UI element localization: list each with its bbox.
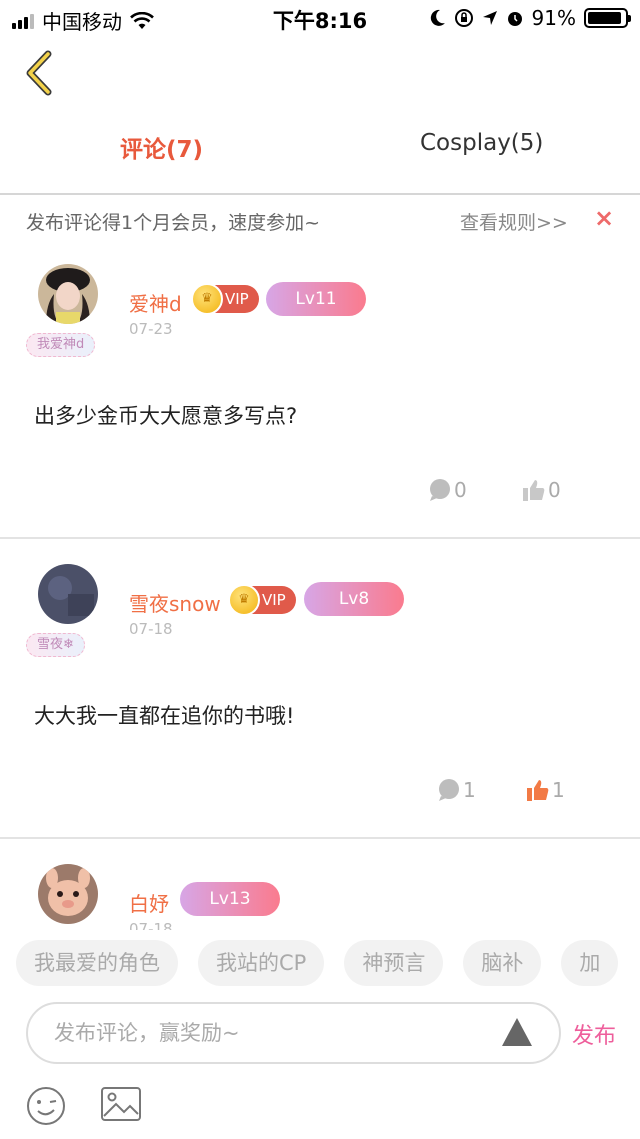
avatar[interactable] <box>38 864 98 924</box>
divider <box>0 537 640 539</box>
comment-item: 我爱神d 爱神d ♛ VIP Lv11 07-23 出多少金币大大愿意多写点? … <box>0 250 640 538</box>
comment-date: 07-23 <box>129 320 173 338</box>
like-count: 1 <box>552 778 565 802</box>
like-button[interactable]: 0 <box>522 478 561 502</box>
divider <box>0 837 640 839</box>
tabs-divider <box>0 193 640 195</box>
quick-tag[interactable]: 脑补 <box>463 940 542 986</box>
tab-bar: 评论(7) Cosplay(5) <box>0 118 640 194</box>
crown-icon: ♛ <box>228 584 260 616</box>
composer-panel: 我最爱的角色 我站的CP 神预言 脑补 加 发布 <box>0 930 640 1139</box>
back-button[interactable] <box>20 48 64 98</box>
emoji-button[interactable] <box>26 1086 66 1126</box>
quick-tag[interactable]: 加 <box>561 940 619 986</box>
comment-text: 大大我一直都在追你的书哦! <box>34 704 295 728</box>
vip-label: VIP <box>225 290 249 308</box>
crown-icon: ♛ <box>191 283 223 315</box>
quick-tag[interactable]: 神预言 <box>344 940 444 986</box>
battery-percent: 91% <box>531 6 576 30</box>
comment-input-box[interactable] <box>26 1002 561 1064</box>
comment-item: 雪夜❄ 雪夜snow ♛ VIP Lv8 07-18 大大我一直都在追你的书哦!… <box>0 540 640 838</box>
image-icon <box>101 1087 141 1121</box>
notice-text: 发布评论得1个月会员，速度参加~ <box>26 212 321 234</box>
vip-label: VIP <box>262 591 286 609</box>
smiley-icon <box>27 1087 65 1125</box>
reply-button[interactable]: 0 <box>428 478 467 502</box>
avatar[interactable] <box>38 564 98 624</box>
level-badge: Lv13 <box>180 882 280 916</box>
comment-text: 出多少金币大大愿意多写点? <box>34 404 298 428</box>
comment-date: 07-18 <box>129 920 173 930</box>
like-count: 0 <box>548 478 561 502</box>
notice-bar: 发布评论得1个月会员，速度参加~ 查看规则>> × <box>0 196 640 244</box>
status-right: 91% <box>430 6 631 30</box>
comment-bubble-icon <box>439 779 459 801</box>
thumbs-up-icon <box>523 480 545 501</box>
close-icon[interactable]: × <box>594 204 614 232</box>
tab-cosplay[interactable]: Cosplay(5) <box>420 130 543 156</box>
username[interactable]: 爱神d <box>129 288 182 317</box>
comment-date: 07-18 <box>129 620 173 638</box>
publish-button[interactable]: 发布 <box>572 1018 616 1050</box>
vip-badge: ♛ VIP <box>191 283 259 315</box>
level-badge: Lv11 <box>266 282 366 316</box>
avatar[interactable] <box>38 264 98 324</box>
quick-tags: 我最爱的角色 我站的CP 神预言 脑补 加 <box>16 940 619 986</box>
rotation-lock-icon <box>454 9 473 27</box>
chevron-left-icon <box>26 50 52 96</box>
reply-button[interactable]: 1 <box>437 778 476 802</box>
vip-badge: ♛ VIP <box>228 584 296 616</box>
username[interactable]: 雪夜snow <box>129 588 221 617</box>
comment-item: 白妤 Lv13 07-18 <box>0 840 640 930</box>
level-badge: Lv8 <box>304 582 404 616</box>
like-button[interactable]: 1 <box>526 778 565 802</box>
avatar-tag: 雪夜❄ <box>26 633 85 657</box>
avatar-tag: 我爱神d <box>26 333 96 357</box>
alarm-icon <box>507 12 522 26</box>
tab-comments[interactable]: 评论(7) <box>120 130 203 164</box>
reply-count: 0 <box>454 478 467 502</box>
status-bar: 中国移动 下午8:16 91% <box>0 0 640 36</box>
thumbs-up-icon <box>527 780 549 801</box>
battery-icon <box>584 8 631 28</box>
moon-icon <box>430 9 445 26</box>
reply-count: 1 <box>463 778 476 802</box>
quick-tag[interactable]: 我最爱的角色 <box>16 940 178 986</box>
username[interactable]: 白妤 <box>129 888 169 917</box>
image-button[interactable] <box>100 1086 142 1122</box>
triangle-icon[interactable] <box>502 1018 532 1046</box>
comment-input[interactable] <box>54 1018 474 1048</box>
view-rules-link[interactable]: 查看规则>> <box>460 208 568 235</box>
quick-tag[interactable]: 我站的CP <box>198 940 325 986</box>
comment-bubble-icon <box>430 479 450 501</box>
location-icon <box>482 11 497 25</box>
